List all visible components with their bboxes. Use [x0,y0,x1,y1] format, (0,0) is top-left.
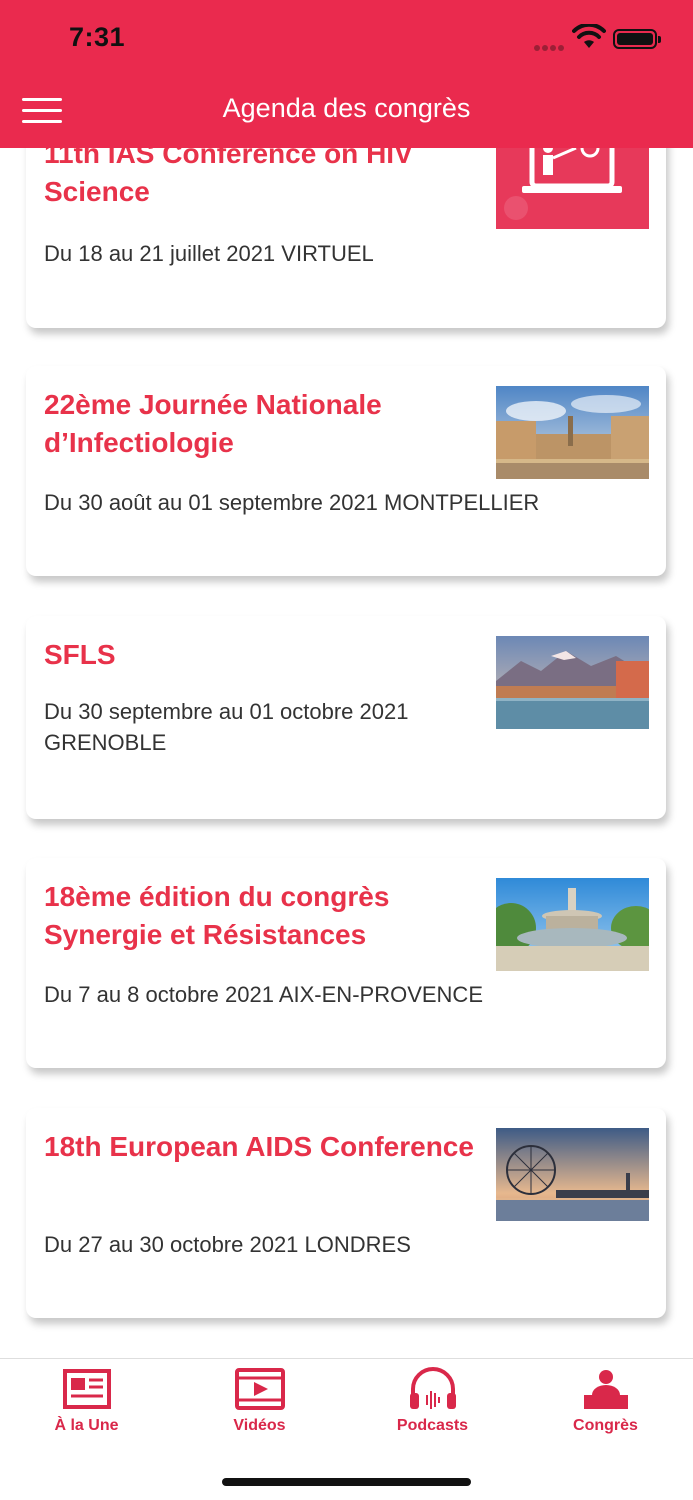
tab-label: Vidéos [233,1417,286,1434]
london-eye-photo [496,1128,649,1221]
event-date: Du 30 septembre au 01 octobre 2021 GRENO… [44,699,409,755]
wifi-icon [572,24,606,48]
event-date: Du 27 au 30 octobre 2021 LONDRES [44,1232,411,1257]
tab-label: Congrès [573,1417,638,1434]
event-date: Du 7 au 8 octobre 2021 AIX-EN-PROVENCE [44,982,483,1007]
video-icon [234,1368,285,1410]
event-title: 18th European AIDS Conference [44,1131,474,1162]
tab-congres[interactable]: Congrès [519,1367,692,1435]
headphones-icon [409,1367,456,1409]
event-title: 22ème Journée Nationale d’Infectiologie [44,389,382,458]
event-card[interactable]: 18ème édition du congrès Synergie et Rés… [26,858,666,1068]
newspaper-icon [62,1369,111,1409]
app-header: 7:31 Agenda des congrès [0,0,693,148]
event-date: Du 30 août au 01 septembre 2021 MONTPELL… [44,490,540,515]
event-card[interactable]: 22ème Journée Nationale d’Infectiologie … [26,366,666,576]
event-date: Du 18 au 21 juillet 2021 VIRTUEL [44,241,374,266]
event-card[interactable]: 11th IAS Conference on HIV Science Du 18… [26,148,666,328]
tab-a-la-une[interactable]: À la Une [0,1367,173,1435]
speaker-podium-icon [583,1370,628,1409]
tab-label: Podcasts [396,1417,469,1434]
grenoble-river-photo [496,636,649,729]
event-title: SFLS [44,639,116,670]
battery-icon [613,29,661,49]
cellular-signal-icon [534,38,568,51]
event-card[interactable]: SFLS Du 30 septembre au 01 octobre 2021 … [26,616,666,819]
home-indicator [222,1478,471,1486]
montpellier-square-photo [496,386,649,479]
event-card[interactable]: 18th European AIDS Conference Du 27 au 3… [26,1108,666,1318]
tab-podcasts[interactable]: Podcasts [346,1367,519,1435]
page-title: Agenda des congrès [222,93,471,123]
aix-fountain-photo [496,878,649,971]
virtual-presentation-icon [496,148,649,229]
event-title: 11th IAS Conference on HIV Science [44,148,413,207]
status-time: 7:31 [69,22,126,52]
tab-videos[interactable]: Vidéos [173,1367,346,1435]
tab-label: À la Une [54,1417,119,1434]
event-list[interactable]: 11th IAS Conference on HIV Science Du 18… [0,148,693,1358]
event-title: 18ème édition du congrès Synergie et Rés… [44,881,390,950]
